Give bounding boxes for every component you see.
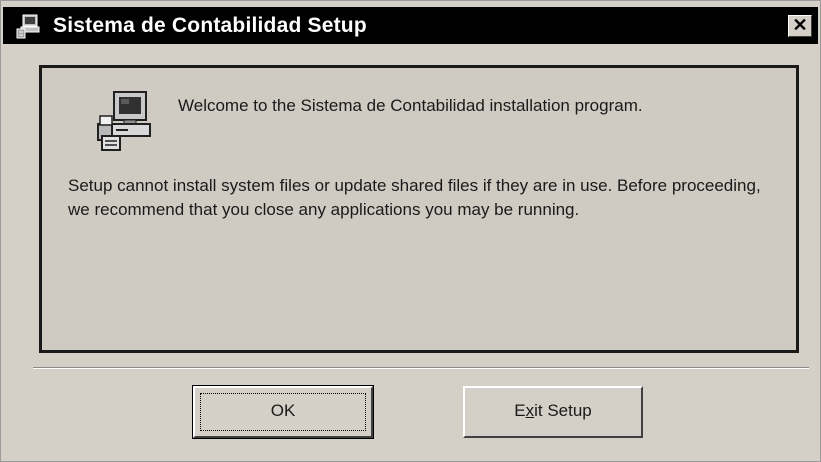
welcome-message: Welcome to the Sistema de Contabilidad i…: [178, 96, 643, 115]
setup-warning-message: Setup cannot install system files or upd…: [68, 176, 761, 219]
content-panel: Welcome to the Sistema de Contabilidad i…: [39, 65, 799, 353]
computer-install-icon: [97, 91, 151, 151]
ok-button[interactable]: OK: [192, 385, 374, 439]
window-title: Sistema de Contabilidad Setup: [53, 14, 367, 37]
setup-dialog: Sistema de Contabilidad Setup ✕ Welcome …: [0, 0, 821, 462]
exit-setup-button-label: Exit Setup: [514, 401, 592, 420]
close-button[interactable]: ✕: [788, 15, 812, 37]
title-bar[interactable]: Sistema de Contabilidad Setup ✕: [3, 7, 818, 44]
separator: [33, 367, 809, 369]
exit-setup-button[interactable]: Exit Setup: [463, 386, 643, 438]
focus-ring: [200, 393, 366, 431]
setup-computer-icon: [16, 14, 40, 39]
close-icon: ✕: [792, 15, 808, 35]
